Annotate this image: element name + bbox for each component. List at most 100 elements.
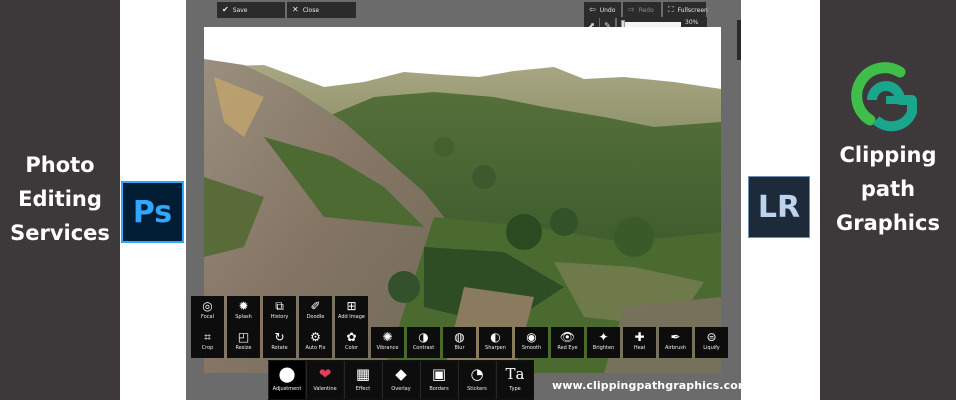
tool-sharpen[interactable]: ◐ Sharpen [479, 327, 512, 358]
tool-label: Liquify [703, 345, 720, 351]
tab-effect[interactable]: ▦ Effect [344, 361, 381, 399]
rotate-icon: ↻ [274, 330, 285, 344]
tab-stickers[interactable]: ◔ Stickers [458, 361, 495, 399]
tool-rotate[interactable]: ↻ Rotate [263, 327, 296, 358]
type-icon: Tа [505, 365, 525, 383]
tool-label: Brighten [592, 345, 615, 351]
blur-icon: ◍ [454, 330, 465, 344]
stickers-icon: ◔ [470, 365, 484, 383]
company-name-line: Graphics [836, 211, 940, 235]
fullscreen-label: Fullscreen [677, 6, 708, 14]
tab-valentine[interactable]: ❤ Valentine [306, 361, 343, 399]
undo-button[interactable]: ⇦ Undo [584, 2, 621, 18]
tool-label: Splash [235, 314, 252, 320]
vibrance-icon: ✺ [382, 330, 393, 344]
tool-liquify[interactable]: ⊜ Liquify [695, 327, 728, 358]
add-image-icon: ⊞ [346, 299, 357, 313]
tab-adjustment[interactable]: ⬤ Adjustment [268, 361, 305, 399]
company-name-line: path [860, 177, 916, 201]
tab-type[interactable]: Tа Type [496, 361, 533, 399]
effect-icon: ▦ [355, 365, 371, 383]
tool-crop[interactable]: ⌗ Crop [191, 327, 224, 358]
tool-smooth[interactable]: ◉ Smooth [515, 327, 548, 358]
website-url: www.clippingpathgraphics.com [552, 379, 750, 392]
tab-label: Effect [355, 386, 371, 392]
redo-arrow-icon: ⇨ [628, 5, 635, 14]
tab-borders[interactable]: ▣ Borders [420, 361, 457, 399]
tool-resize[interactable]: ◰ Resize [227, 327, 260, 358]
tool-auto-fix[interactable]: ⚙ Auto Fix [299, 327, 332, 358]
tool-label: Contrast [412, 345, 435, 351]
tool-focal[interactable]: ◎ Focal [191, 296, 224, 327]
save-button[interactable]: ✔ Save [217, 2, 285, 18]
fullscreen-button[interactable]: ⛶ Fullscreen [663, 2, 708, 18]
tool-blur[interactable]: ◍ Blur [443, 327, 476, 358]
close-label: Close [302, 6, 320, 14]
tool-splash[interactable]: ✹ Splash [227, 296, 260, 327]
fullscreen-icon: ⛶ [668, 5, 674, 14]
company-name-line: Clipping [839, 143, 937, 167]
overlay-icon: ◆ [395, 365, 407, 383]
tool-history[interactable]: ⧉ History [263, 296, 296, 327]
tool-label: Rotate [271, 345, 288, 351]
company-logo-icon [851, 62, 917, 132]
check-icon: ✔ [222, 5, 229, 14]
tab-overlay[interactable]: ◆ Overlay [382, 361, 419, 399]
heal-icon: ✚ [634, 330, 645, 344]
service-title-line: Photo [25, 153, 95, 177]
close-button[interactable]: ✕ Close [287, 2, 356, 18]
tool-airbrush[interactable]: ✒ Airbrush [659, 327, 692, 358]
tool-red-eye[interactable]: 👁 Red Eye [551, 327, 584, 358]
tab-label: Type [509, 386, 521, 392]
tool-label: History [270, 314, 289, 320]
tool-label: Color [344, 345, 359, 351]
splash-icon: ✹ [238, 299, 249, 313]
focal-icon: ◎ [202, 299, 213, 313]
lightroom-logo-icon: LR [748, 176, 810, 238]
zoom-value: 30% [685, 19, 699, 26]
smooth-icon: ◉ [526, 330, 537, 344]
history-icon: ⧉ [275, 299, 284, 313]
sharpen-icon: ◐ [490, 330, 501, 344]
resize-icon: ◰ [237, 330, 250, 344]
red-eye-icon: 👁 [559, 330, 576, 344]
tool-color[interactable]: ✿ Color [335, 327, 368, 358]
tab-label: Adjustment [272, 386, 302, 392]
airbrush-icon: ✒ [670, 330, 681, 344]
valentine-icon: ❤ [318, 365, 332, 383]
color-icon: ✿ [346, 330, 357, 344]
tool-label: Airbrush [664, 345, 687, 351]
tool-label: Vibrance [376, 345, 399, 351]
save-label: Save [232, 6, 248, 14]
undo-label: Undo [599, 6, 616, 14]
tool-label: Heal [633, 345, 646, 351]
tool-label: Crop [201, 345, 214, 351]
tool-label: Auto Fix [305, 345, 326, 351]
company-name: Clipping path Graphics [820, 138, 956, 240]
liquify-icon: ⊜ [706, 330, 717, 344]
auto-fix-icon: ⚙ [310, 330, 321, 344]
left-panel: Photo Editing Services [0, 0, 120, 400]
tool-label: Smooth [521, 345, 542, 351]
tool-label: Doodle [306, 314, 325, 320]
adjustment-icon: ⬤ [278, 365, 296, 383]
tool-brighten[interactable]: ✦ Brighten [587, 327, 620, 358]
borders-icon: ▣ [431, 365, 447, 383]
tool-label: Blur [454, 345, 465, 351]
tool-add-image[interactable]: ⊞ Add Image [335, 296, 368, 327]
tool-contrast[interactable]: ◑ Contrast [407, 327, 440, 358]
redo-button[interactable]: ⇨ Redo [623, 2, 661, 18]
tool-label: Sharpen [485, 345, 506, 351]
x-icon: ✕ [292, 5, 299, 14]
tool-vibrance[interactable]: ✺ Vibrance [371, 327, 404, 358]
tab-label: Overlay [391, 386, 411, 392]
tool-doodle[interactable]: ✐ Doodle [299, 296, 332, 327]
tab-label: Valentine [313, 386, 337, 392]
doodle-icon: ✐ [310, 299, 321, 313]
crop-icon: ⌗ [204, 330, 211, 344]
service-title: Photo Editing Services [0, 148, 120, 250]
photoshop-logo-icon: Ps [121, 181, 184, 243]
tool-label: Add Image [338, 314, 365, 320]
editor-edge [737, 20, 741, 60]
tool-heal[interactable]: ✚ Heal [623, 327, 656, 358]
